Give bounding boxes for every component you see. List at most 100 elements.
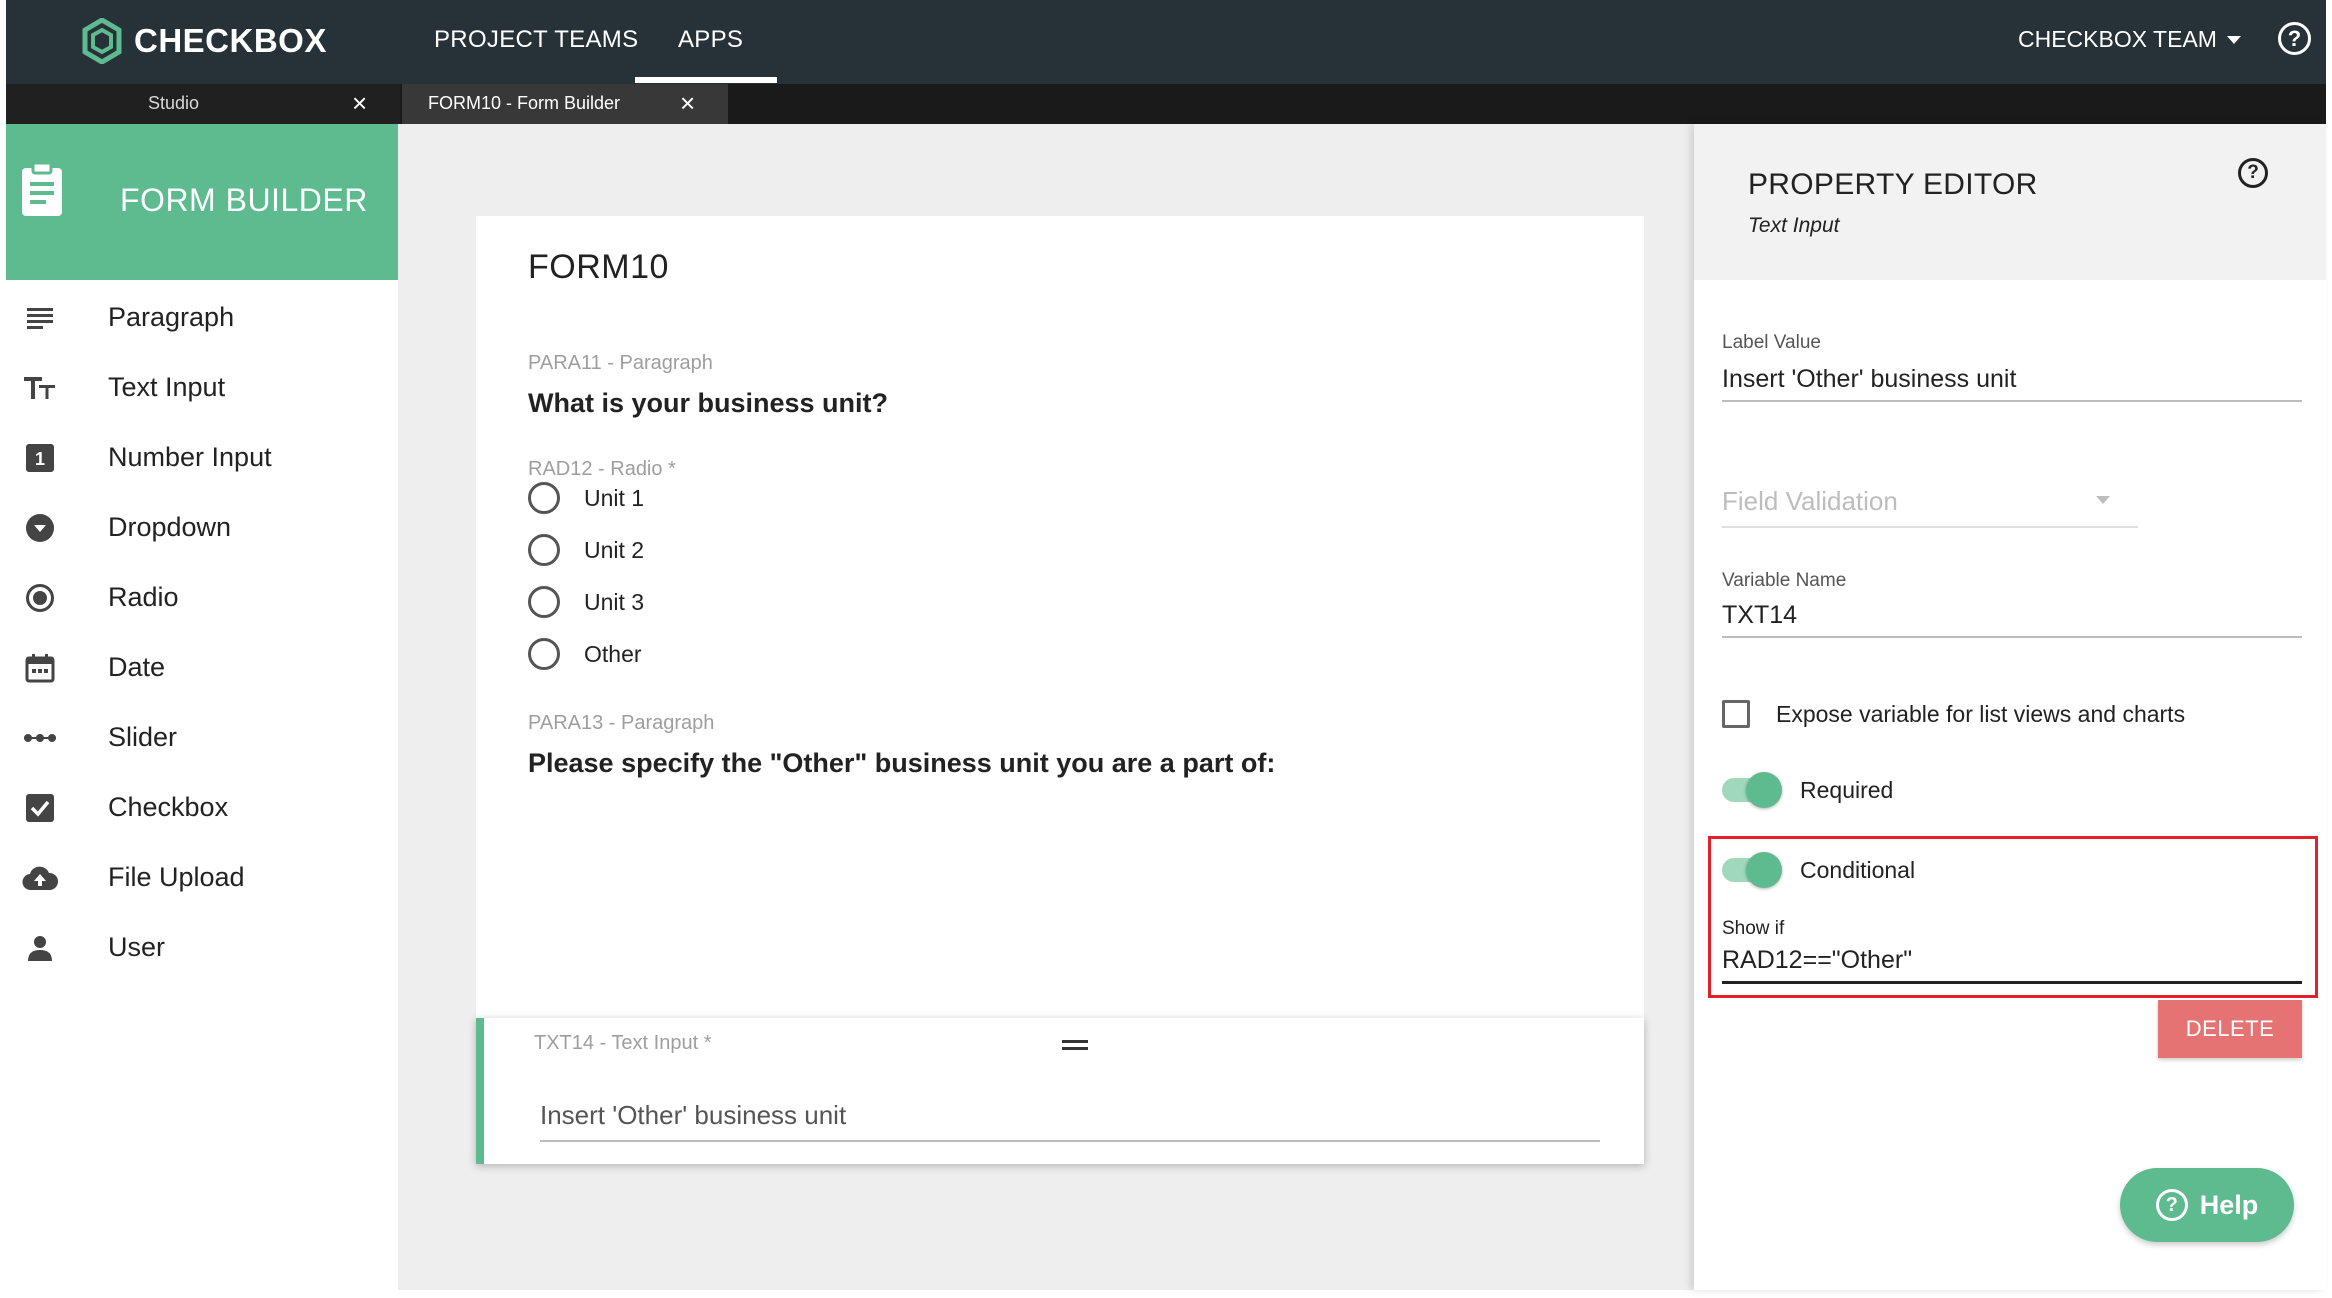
required-label: Required bbox=[1800, 776, 1894, 803]
txt14-field-card[interactable]: TXT14 - Text Input * bbox=[476, 1018, 1644, 1164]
close-icon[interactable]: × bbox=[680, 88, 695, 118]
drag-handle-icon[interactable] bbox=[1062, 1040, 1088, 1050]
palette-label: Radio bbox=[108, 582, 179, 612]
palette-item-checkbox[interactable]: Checkbox bbox=[6, 770, 398, 842]
txt14-caption: TXT14 - Text Input * bbox=[534, 1032, 712, 1054]
palette-item-slider[interactable]: Slider bbox=[6, 700, 398, 772]
slider-icon bbox=[22, 720, 58, 756]
radio-button[interactable] bbox=[528, 534, 560, 566]
tab-form-builder[interactable]: FORM10 - Form Builder × bbox=[402, 84, 728, 124]
form-builder-header: FORM BUILDER bbox=[6, 124, 398, 280]
radio-option-unit-1[interactable]: Unit 1 bbox=[528, 478, 644, 518]
radio-option-unit-3[interactable]: Unit 3 bbox=[528, 582, 644, 622]
palette-label: Text Input bbox=[108, 372, 226, 402]
help-button[interactable]: ? Help bbox=[2120, 1168, 2294, 1242]
help-icon[interactable]: ? bbox=[2238, 158, 2268, 188]
radio-option-unit-2[interactable]: Unit 2 bbox=[528, 530, 644, 570]
text-input-icon bbox=[22, 370, 58, 406]
palette-label: Date bbox=[108, 652, 166, 682]
expose-variable-checkbox-row[interactable]: Expose variable for list views and chart… bbox=[1722, 696, 2185, 732]
dropdown-icon bbox=[22, 510, 58, 546]
palette-item-text-input[interactable]: Text Input bbox=[6, 350, 398, 422]
palette-item-user[interactable]: User bbox=[6, 910, 398, 982]
label-value-input[interactable] bbox=[1722, 358, 2302, 402]
palette-item-file-upload[interactable]: File Upload bbox=[6, 840, 398, 912]
field-validation-select[interactable]: Field Validation bbox=[1722, 476, 2138, 528]
palette-item-paragraph[interactable]: Paragraph bbox=[6, 280, 398, 352]
radio-icon bbox=[22, 580, 58, 616]
svg-text:1: 1 bbox=[35, 449, 45, 469]
palette-label: Slider bbox=[108, 722, 178, 752]
close-icon[interactable]: × bbox=[352, 88, 367, 118]
checkbox-logo-icon bbox=[82, 18, 122, 64]
brand-name: CHECKBOX bbox=[134, 22, 327, 59]
conditional-toggle-row[interactable]: Conditional bbox=[1722, 850, 1915, 890]
radio-label: Other bbox=[584, 640, 642, 667]
para11-text[interactable]: What is your business unit? bbox=[528, 388, 888, 419]
caret-down-icon bbox=[2096, 496, 2110, 504]
para11-caption: PARA11 - Paragraph bbox=[528, 352, 713, 374]
help-icon[interactable]: ? bbox=[2278, 22, 2311, 55]
radio-button[interactable] bbox=[528, 638, 560, 670]
palette-item-number-input[interactable]: 1 Number Input bbox=[6, 420, 398, 492]
form-canvas: FORM10 PARA11 - Paragraph What is your b… bbox=[398, 124, 1694, 1290]
form-builder-title: FORM BUILDER bbox=[120, 182, 368, 218]
team-name: CHECKBOX TEAM bbox=[2018, 26, 2217, 52]
required-toggle[interactable] bbox=[1722, 772, 1782, 808]
team-menu[interactable]: CHECKBOX TEAM bbox=[2018, 26, 2241, 53]
nav-project-teams[interactable]: PROJECT TEAMS bbox=[434, 26, 638, 54]
palette-label: File Upload bbox=[108, 862, 245, 892]
checkbox-icon bbox=[22, 790, 58, 826]
calendar-icon bbox=[22, 650, 58, 686]
user-icon bbox=[22, 930, 58, 966]
help-icon: ? bbox=[2155, 1189, 2188, 1221]
property-editor-panel: PROPERTY EDITOR Text Input ? Label Value… bbox=[1694, 124, 2326, 1290]
palette-label: Number Input bbox=[108, 442, 272, 472]
palette-label: Paragraph bbox=[108, 302, 235, 332]
radio-button[interactable] bbox=[528, 482, 560, 514]
delete-button[interactable]: DELETE bbox=[2158, 1000, 2302, 1058]
caret-down-icon bbox=[2226, 35, 2241, 44]
nav-apps[interactable]: APPS bbox=[678, 26, 743, 54]
form-title: FORM10 bbox=[528, 248, 669, 286]
tab-label: FORM10 - Form Builder bbox=[428, 93, 621, 113]
radio-option-other[interactable]: Other bbox=[528, 634, 642, 674]
clipboard-icon bbox=[22, 162, 62, 216]
variable-name-input[interactable] bbox=[1722, 594, 2302, 638]
show-if-input[interactable] bbox=[1722, 940, 2302, 984]
field-validation-placeholder: Field Validation bbox=[1722, 486, 1898, 516]
palette-label: Dropdown bbox=[108, 512, 232, 542]
txt14-text-input[interactable] bbox=[540, 1090, 1600, 1142]
toggle-knob bbox=[1746, 772, 1782, 808]
conditional-toggle[interactable] bbox=[1722, 852, 1782, 888]
number-input-icon: 1 bbox=[22, 440, 58, 476]
property-editor-title: PROPERTY EDITOR bbox=[1748, 168, 2038, 201]
radio-label: Unit 1 bbox=[584, 484, 645, 511]
palette-item-radio[interactable]: Radio bbox=[6, 560, 398, 632]
app-window: CHECKBOX PROJECT TEAMS APPS CHECKBOX TEA… bbox=[0, 0, 2332, 1298]
conditional-label: Conditional bbox=[1800, 856, 1916, 883]
palette-item-dropdown[interactable]: Dropdown bbox=[6, 490, 398, 562]
brand[interactable]: CHECKBOX bbox=[82, 10, 327, 72]
tab-studio[interactable]: Studio × bbox=[6, 84, 400, 124]
property-editor-subtitle: Text Input bbox=[1748, 214, 1840, 237]
palette-item-date[interactable]: Date bbox=[6, 630, 398, 702]
top-navbar: CHECKBOX PROJECT TEAMS APPS CHECKBOX TEA… bbox=[6, 0, 2326, 84]
expose-variable-checkbox[interactable] bbox=[1722, 700, 1750, 728]
help-button-label: Help bbox=[2199, 1189, 2259, 1220]
form-card: FORM10 PARA11 - Paragraph What is your b… bbox=[476, 216, 1644, 1164]
tab-bar: Studio × FORM10 - Form Builder × bbox=[6, 84, 2326, 124]
radio-button[interactable] bbox=[528, 586, 560, 618]
expose-variable-label: Expose variable for list views and chart… bbox=[1776, 700, 2186, 727]
show-if-label: Show if bbox=[1722, 918, 1785, 939]
paragraph-icon bbox=[22, 300, 58, 336]
palette-label: User bbox=[108, 932, 166, 962]
para13-text[interactable]: Please specify the "Other" business unit… bbox=[528, 748, 1275, 779]
variable-name-label: Variable Name bbox=[1722, 570, 1847, 591]
cloud-upload-icon bbox=[22, 860, 58, 896]
required-toggle-row[interactable]: Required bbox=[1722, 770, 1893, 810]
toggle-knob bbox=[1746, 852, 1782, 888]
tab-label: Studio bbox=[148, 93, 200, 113]
property-editor-header: PROPERTY EDITOR Text Input ? bbox=[1694, 124, 2326, 280]
palette-label: Checkbox bbox=[108, 792, 229, 822]
